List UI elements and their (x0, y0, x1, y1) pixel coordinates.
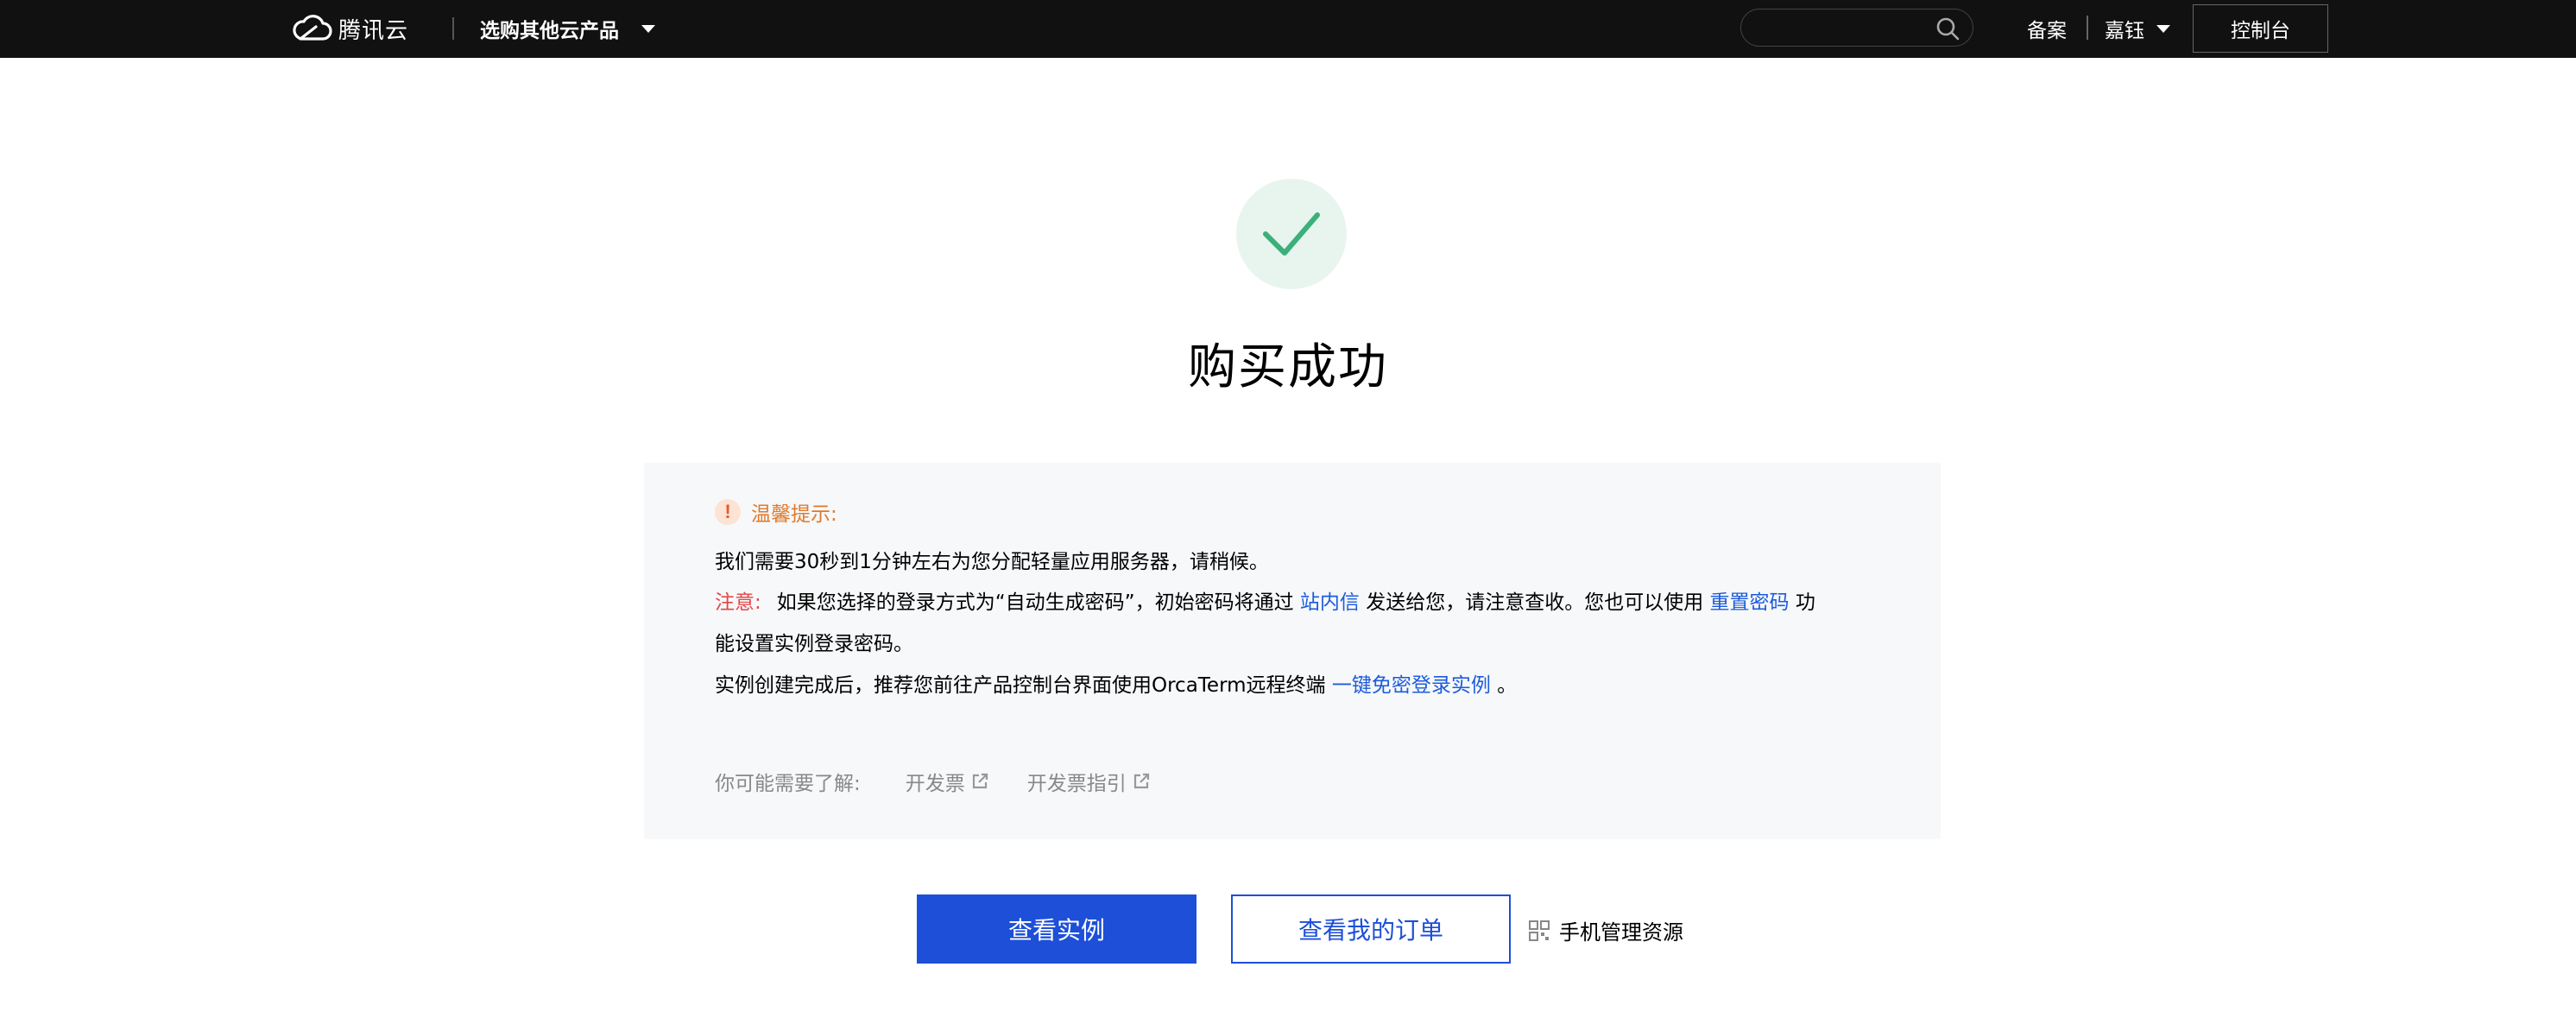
search-input[interactable] (1757, 15, 1924, 42)
search-box[interactable] (1740, 9, 1973, 47)
page-title: 购买成功 (1188, 339, 1388, 395)
passwordless-login-link[interactable]: 一键免密登录实例 (1332, 674, 1491, 697)
beian-link[interactable]: 备案 (2027, 14, 2067, 43)
tip-title: 温馨提示: (751, 503, 837, 526)
orcaterm-text: 实例创建完成后，推荐您前往产品控制台界面使用OrcaTerm远程终端 (715, 674, 1326, 697)
search-icon[interactable] (1935, 16, 1960, 41)
brand-logo[interactable]: 腾讯云 (290, 11, 408, 46)
reset-password-link[interactable]: 重置密码 (1710, 591, 1790, 614)
user-menu[interactable]: 嘉钰 (2105, 12, 2170, 45)
qr-code-icon (1529, 920, 1550, 941)
view-instance-button[interactable]: 查看实例 (917, 894, 1196, 964)
external-link-icon (972, 773, 988, 789)
invoice-guide-link-label: 开发票指引 (1026, 773, 1127, 795)
tip-line-allocation: 我们需要30秒到1分钟左右为您分配轻量应用服务器，请稍候。 (715, 551, 1269, 573)
learn-more-row: 你可能需要了解: 开发票 开发票指引 (715, 767, 1151, 796)
success-badge (1236, 179, 1347, 289)
tip-line-notice: 注意: 如果您选择的登录方式为“自动生成密码”，初始密码将通过 站内信 发送给您，… (715, 588, 1815, 617)
brand-name: 腾讯云 (338, 17, 409, 44)
notice-text-1: 如果您选择的登录方式为“自动生成密码”，初始密码将通过 (776, 591, 1294, 614)
tencent-cloud-logo-icon (293, 15, 332, 41)
invoice-guide-link[interactable]: 开发票指引 (1027, 767, 1151, 796)
notice-text-3: 功 (1795, 591, 1815, 614)
tip-panel: ! 温馨提示: 我们需要30秒到1分钟左右为您分配轻量应用服务器，请稍候。 注意… (644, 463, 1941, 839)
exclamation-icon: ! (715, 499, 741, 525)
products-menu-label: 选购其他云产品 (480, 20, 619, 42)
tip-header: ! 温馨提示: (715, 497, 837, 527)
nav-divider (452, 17, 454, 40)
notice-text-2: 发送给您，请注意查收。您也可以使用 (1366, 591, 1704, 614)
invoice-link-label: 开发票 (905, 773, 965, 795)
inbox-message-link[interactable]: 站内信 (1300, 591, 1360, 614)
chevron-down-icon (641, 24, 655, 33)
nav-separator (2087, 16, 2088, 40)
mobile-manage-label: 手机管理资源 (1559, 920, 1683, 945)
console-button[interactable]: 控制台 (2193, 4, 2328, 53)
user-name: 嘉钰 (2105, 20, 2144, 42)
external-link-icon (1133, 773, 1149, 789)
invoice-link[interactable]: 开发票 (906, 767, 989, 796)
top-nav-bar: 腾讯云 选购其他云产品 备案 嘉钰 控制台 (0, 0, 2576, 58)
orcaterm-end: 。 (1497, 674, 1518, 697)
mobile-manage-link[interactable]: 手机管理资源 (1528, 915, 1683, 945)
view-orders-button[interactable]: 查看我的订单 (1231, 894, 1511, 964)
notice-label: 注意: (715, 591, 761, 614)
check-icon (1263, 212, 1320, 256)
products-menu[interactable]: 选购其他云产品 (480, 12, 655, 45)
learn-more-label: 你可能需要了解: (715, 773, 861, 795)
chevron-down-icon (2156, 24, 2170, 33)
tip-line-orcaterm: 实例创建完成后，推荐您前往产品控制台界面使用OrcaTerm远程终端 一键免密登… (715, 671, 1517, 700)
tip-line-notice-cont: 能设置实例登录密码。 (715, 633, 913, 655)
